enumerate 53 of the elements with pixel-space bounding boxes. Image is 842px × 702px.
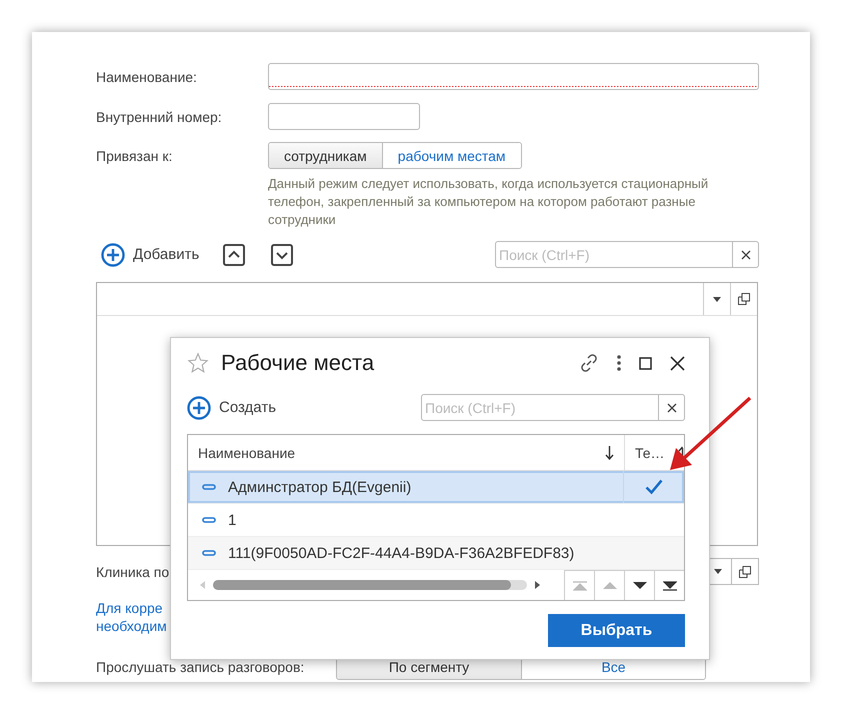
- add-icon: [101, 242, 125, 266]
- switch-option[interactable]: сотрудникам: [269, 143, 382, 168]
- open-window-icon: [739, 566, 751, 578]
- dialog-title: Рабочие места: [221, 350, 374, 376]
- sort-down-icon: [605, 446, 614, 460]
- move-last-icon: [662, 580, 676, 590]
- move-first-icon: [572, 580, 586, 590]
- field-label: Клиника по: [96, 564, 170, 580]
- clear-button[interactable]: [733, 241, 759, 268]
- field-label: Привязан к:: [96, 148, 174, 164]
- move-down-icon[interactable]: [271, 244, 294, 266]
- triangle-up-icon: [602, 582, 616, 589]
- search-field[interactable]: Поиск (Ctrl+F): [421, 394, 659, 421]
- add-button[interactable]: Добавить: [101, 242, 200, 266]
- item-icon: [202, 517, 216, 523]
- link-icon[interactable]: [579, 353, 599, 373]
- column-header[interactable]: Те…: [635, 444, 665, 460]
- field-label: Внутренний номер:: [96, 108, 223, 124]
- choose-button[interactable]: Выбрать: [548, 614, 685, 647]
- caret-icon: [713, 296, 721, 302]
- switch-option[interactable]: рабочим местам: [382, 143, 521, 168]
- star-icon[interactable]: [187, 352, 209, 374]
- hint-text: Данный режим следует использовать, когда используется стационарный телефон, закрепленный за компьютером на котором работают разные сотрудники: [268, 175, 710, 229]
- add-icon: [187, 396, 211, 420]
- scroll-right-icon[interactable]: [535, 581, 540, 589]
- item-icon: [202, 550, 216, 556]
- field-label: Наименование:: [96, 68, 198, 84]
- item-icon: [202, 484, 216, 490]
- create-button[interactable]: Создать: [187, 396, 276, 420]
- open-window-icon: [738, 293, 750, 305]
- table-cell: 1: [228, 512, 236, 528]
- move-up-icon[interactable]: [223, 244, 246, 266]
- close-icon[interactable]: [670, 356, 685, 370]
- down-button[interactable]: [624, 570, 654, 600]
- column-header[interactable]: Наименование: [198, 444, 296, 460]
- clear-icon: [666, 402, 676, 412]
- more-icon[interactable]: [617, 355, 621, 371]
- caret-icon: [714, 569, 722, 574]
- clear-icon: [740, 250, 750, 260]
- field-label: Прослушать запись разговоров:: [96, 658, 306, 674]
- table-cell: Админстратор БД(Evgenii): [228, 478, 412, 496]
- last-button[interactable]: [654, 570, 684, 600]
- maximize-icon[interactable]: [639, 356, 652, 370]
- table-row[interactable]: 111(9F0050AD-FC2F-44A4-B9DA-F36A2BFEDF83): [188, 537, 684, 570]
- table-cell: 111(9F0050AD-FC2F-44A4-B9DA-F36A2BFEDF83): [228, 544, 574, 562]
- input-field[interactable]: [268, 63, 759, 90]
- open-button[interactable]: [732, 558, 759, 585]
- table-row[interactable]: Админстратор БД(Evgenii): [188, 471, 684, 504]
- search-field[interactable]: Поиск (Ctrl+F): [495, 241, 733, 268]
- input-field[interactable]: [268, 103, 420, 130]
- scrollbar[interactable]: [213, 580, 527, 590]
- triangle-down-icon: [632, 582, 646, 589]
- clear-button[interactable]: [659, 394, 685, 421]
